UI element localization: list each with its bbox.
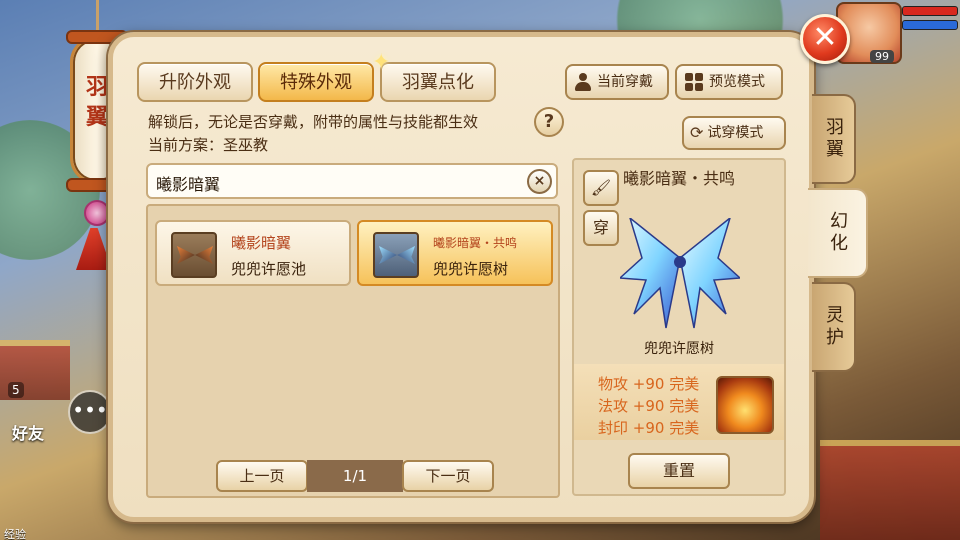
- unlock-notice: 解锁后，无论是否穿戴，附带的属性与技能都生效: [148, 113, 479, 131]
- try-on-mode-button[interactable]: ⟳ 试穿模式: [682, 116, 786, 150]
- attr-seal: 封印 +90 完美: [598, 419, 700, 437]
- refresh-icon: ⟳: [690, 123, 704, 142]
- page-indicator: 1/1: [307, 460, 403, 492]
- current-plan: 当前方案：圣巫教: [148, 136, 269, 154]
- tab-special-appearance[interactable]: 特殊外观: [258, 62, 374, 102]
- player-level: 99: [870, 50, 894, 63]
- side-tab-transform[interactable]: 幻化: [808, 188, 868, 278]
- reset-button[interactable]: 重置: [628, 453, 730, 489]
- current-wear-button[interactable]: 当前穿戴: [565, 64, 669, 100]
- close-icon[interactable]: ✕: [800, 14, 850, 64]
- chat-bubble-icon[interactable]: •••: [68, 390, 112, 434]
- preview-source: 兜兜许愿树: [644, 341, 714, 357]
- item-source: 兜兜许愿池: [231, 260, 307, 278]
- current-wear-label: 当前穿戴: [597, 74, 653, 90]
- background-pavilion: [820, 440, 960, 540]
- grid-icon: [685, 73, 703, 91]
- item-name: 曦影暗翼・共鸣: [433, 236, 518, 250]
- attr-physical-attack: 物攻 +90 完美: [598, 375, 700, 393]
- exp-label: 经验: [4, 528, 26, 540]
- help-icon[interactable]: ?: [534, 107, 564, 137]
- mp-bar: [902, 20, 958, 30]
- side-tab-wings[interactable]: 羽翼: [812, 94, 856, 184]
- preview-mode-button[interactable]: 预览模式: [675, 64, 783, 100]
- friend-count-badge: 5: [8, 382, 24, 398]
- resonance-wing-icon: [373, 232, 419, 278]
- tab-upgrade-appearance[interactable]: 升阶外观: [137, 62, 253, 102]
- item-source: 兜兜许愿树: [433, 260, 509, 278]
- side-tab-spirit-guard[interactable]: 灵护: [812, 282, 856, 372]
- friends-button[interactable]: 好友: [12, 420, 44, 444]
- person-icon: [575, 73, 591, 91]
- tassel-knot-icon: [84, 200, 110, 226]
- wing-preview-image: [620, 218, 740, 329]
- list-item[interactable]: 曦影暗翼 兜兜许愿池: [155, 220, 351, 286]
- next-page-button[interactable]: 下一页: [402, 460, 494, 492]
- hp-bar: [902, 6, 958, 16]
- list-item[interactable]: 曦影暗翼・共鸣 兜兜许愿树: [357, 220, 553, 286]
- search-input-value: 曦影暗翼: [156, 175, 221, 194]
- attr-magic-attack: 法攻 +90 完美: [598, 397, 700, 415]
- tab-wing-enhance[interactable]: 羽翼点化: [380, 62, 496, 102]
- prev-page-button[interactable]: 上一页: [216, 460, 308, 492]
- dark-wing-icon: [171, 232, 217, 278]
- sparkle-icon: ✦: [372, 50, 391, 75]
- clear-search-icon[interactable]: ×: [527, 169, 552, 194]
- wear-button[interactable]: 穿: [583, 210, 619, 246]
- preview-mode-label: 预览模式: [709, 74, 765, 90]
- brush-icon[interactable]: 🖌: [583, 170, 619, 206]
- try-on-mode-label: 试穿模式: [707, 125, 764, 141]
- item-name: 曦影暗翼: [231, 234, 292, 252]
- skill-icon[interactable]: [716, 376, 774, 434]
